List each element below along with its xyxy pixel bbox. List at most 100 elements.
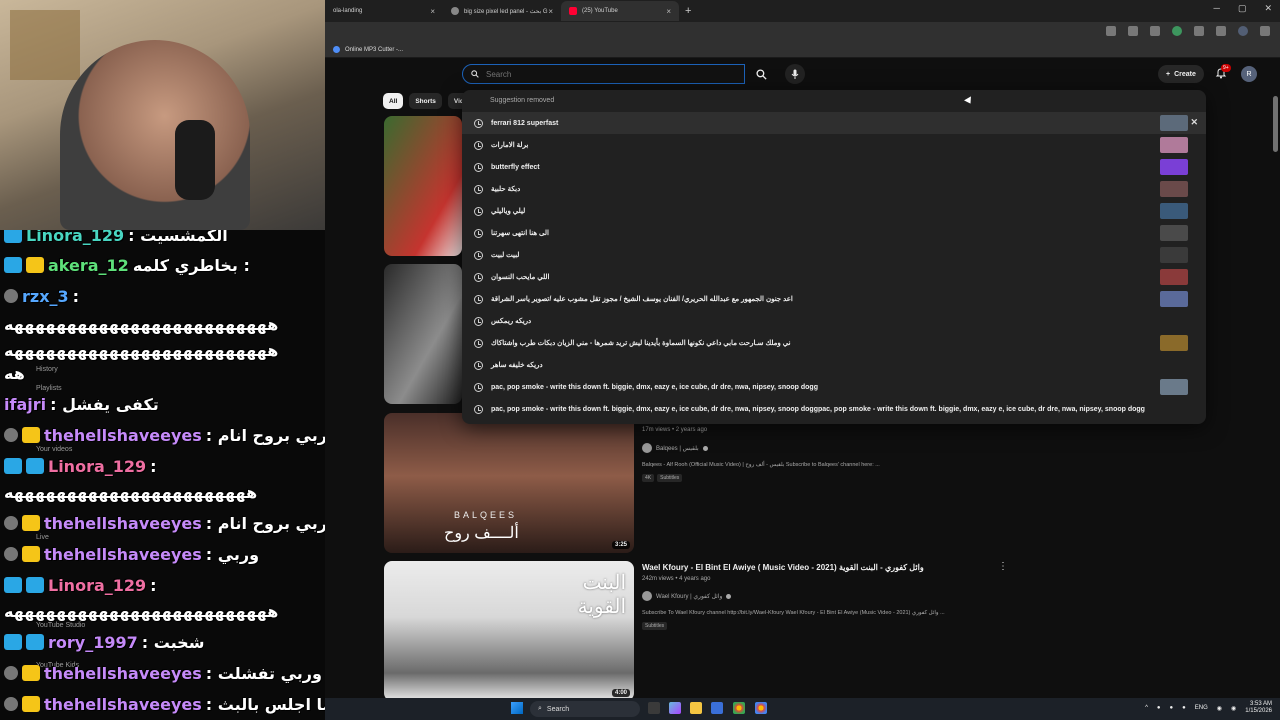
bookmark-item[interactable]: Online MP3 Cutter -... (345, 47, 403, 53)
search-icon (471, 70, 479, 78)
search-input[interactable] (486, 69, 726, 79)
suggestion-item[interactable]: pac, pop smoke - write this down ft. big… (462, 376, 1206, 398)
video-title[interactable]: Wael Kfoury - El Bint El Awiye ( Music V… (642, 563, 924, 572)
suggestion-thumbnail[interactable] (1160, 203, 1188, 219)
chrome-icon[interactable] (755, 702, 767, 714)
suggestion-thumbnail[interactable] (1160, 115, 1188, 131)
close-icon[interactable]: × (430, 7, 435, 16)
wifi-icon[interactable]: ◉ (1217, 705, 1222, 712)
suggestion-item[interactable]: لبيت لبيت (462, 244, 1206, 266)
crown-icon (22, 427, 40, 443)
chrome-icon[interactable] (733, 702, 745, 714)
new-tab-icon[interactable]: + (679, 5, 697, 17)
youtube-masthead: + Create 9+ R (325, 58, 1280, 90)
badge-icon (4, 634, 22, 650)
minimize-icon[interactable]: ─ (1214, 3, 1220, 14)
suggestion-item[interactable]: الى هنا انتهى سهرتنا (462, 222, 1206, 244)
channel-row[interactable]: Balqees | بلقيس (642, 443, 708, 453)
close-icon[interactable]: × (548, 7, 553, 16)
network-icon[interactable]: ● (1157, 705, 1161, 711)
channel-name[interactable]: Wael Kfoury | وائل كفوري (656, 593, 722, 600)
suggestion-item[interactable]: دريكه خليفه ساهر (462, 354, 1206, 376)
chat-message: akera_12 بخاطري كلمه : (4, 252, 250, 278)
crown-icon (22, 665, 40, 681)
clock[interactable]: 3:53 AM 1/15/2026 (1245, 701, 1272, 715)
suggestion-thumbnail[interactable] (1160, 225, 1188, 241)
ghost-label: History (36, 366, 58, 373)
suggestion-item[interactable]: اللي مايحب النسوان (462, 266, 1206, 288)
video-thumbnail[interactable]: البنت القوية 4:00 (384, 561, 634, 701)
video-thumbnail[interactable] (384, 264, 462, 404)
language-indicator[interactable]: ENG (1195, 705, 1208, 711)
suggestion-thumbnail[interactable] (1160, 159, 1188, 175)
suggestion-item[interactable]: pac, pop smoke - write this down ft. big… (462, 398, 1206, 420)
chip-all[interactable]: All (383, 93, 404, 109)
suggestion-thumbnail[interactable] (1160, 247, 1188, 263)
suggestion-thumbnail[interactable] (1160, 291, 1188, 307)
suggestion-item[interactable]: دريكه ريمكس (462, 310, 1206, 332)
suggestion-item[interactable]: ferrari 812 superfast ✕ (462, 112, 1206, 134)
suggestion-text: pac, pop smoke - write this down ft. big… (491, 383, 818, 391)
channel-avatar[interactable] (642, 591, 652, 601)
install-icon[interactable] (1106, 26, 1116, 36)
browser-tab-active[interactable]: (25) YouTube × (561, 1, 679, 21)
browser-window: ola-landing × big size pixel led panel -… (325, 0, 1280, 701)
voice-search-button[interactable] (785, 64, 805, 84)
profile-icon[interactable] (1238, 26, 1248, 36)
suggestion-item[interactable]: برلة الامارات (462, 134, 1206, 156)
suggestion-item[interactable]: butterfly effect (462, 156, 1206, 178)
tab-search-icon[interactable] (1216, 26, 1226, 36)
suggestion-item[interactable]: ني وملك سـارحت مابي داعي نكونها السماوة … (462, 332, 1206, 354)
chevron-up-icon[interactable]: ^ (1145, 705, 1148, 711)
browser-tab[interactable]: big size pixel led panel - بحث G × (443, 1, 561, 21)
suggestion-item[interactable]: اعد جنون الجمهور مع عبدالله الحريري/ الف… (462, 288, 1206, 310)
suggestion-thumbnail[interactable] (1160, 269, 1188, 285)
store-icon[interactable] (711, 702, 723, 714)
chat-message: rory_1997: شخبت (4, 629, 204, 655)
suggestion-thumbnail[interactable] (1160, 335, 1188, 351)
create-button[interactable]: + Create (1158, 65, 1204, 83)
browser-tab[interactable]: ola-landing × (325, 1, 443, 21)
video-thumbnail[interactable] (384, 116, 462, 256)
close-icon[interactable]: × (666, 7, 671, 16)
tab-label: ola-landing (333, 8, 363, 14)
suggestion-item[interactable]: ليلي وياليلي (462, 200, 1206, 222)
search-box[interactable] (462, 64, 745, 84)
gear-icon (4, 289, 18, 303)
video-thumbnail[interactable]: BALQEES ألــــف روح 3:25 (384, 413, 634, 553)
suggestion-text: اعد جنون الجمهور مع عبدالله الحريري/ الف… (491, 296, 793, 303)
windows-start-icon[interactable] (511, 702, 523, 714)
channel-name[interactable]: Balqees | بلقيس (656, 445, 699, 452)
taskbar-search[interactable]: ⌕ Search (530, 701, 640, 717)
extension-icon[interactable] (1150, 26, 1160, 36)
filter-chips: All Shorts Vid (383, 93, 470, 109)
account-avatar[interactable]: R (1241, 66, 1257, 82)
task-view-icon[interactable] (648, 702, 660, 714)
extension-icon[interactable] (1172, 26, 1182, 36)
page-scrollbar[interactable] (1273, 96, 1278, 152)
puzzle-icon[interactable] (1194, 26, 1204, 36)
suggestion-item[interactable]: دبكة حلبية (462, 178, 1206, 200)
channel-row[interactable]: Wael Kfoury | وائل كفوري (642, 591, 732, 601)
create-label: Create (1174, 70, 1196, 78)
mic-icon[interactable]: ● (1182, 705, 1186, 711)
channel-avatar[interactable] (642, 443, 652, 453)
history-icon (474, 206, 483, 216)
star-icon[interactable] (1128, 26, 1138, 36)
suggestion-thumbnail[interactable] (1160, 137, 1188, 153)
file-explorer-icon[interactable] (690, 702, 702, 714)
remove-suggestion-icon[interactable]: ✕ (1190, 117, 1198, 128)
volume-icon[interactable]: ◉ (1231, 705, 1236, 712)
menu-icon[interactable] (1260, 26, 1270, 36)
chat-message: thehellshaveeyes: وربي تفشلت (4, 660, 322, 686)
history-icon (474, 294, 483, 304)
close-window-icon[interactable]: ✕ (1264, 3, 1272, 14)
more-options-icon[interactable]: ⋮ (998, 561, 1008, 572)
copilot-icon[interactable] (669, 702, 681, 714)
chip-shorts[interactable]: Shorts (409, 93, 442, 109)
suggestion-thumbnail[interactable] (1160, 181, 1188, 197)
suggestion-thumbnail[interactable] (1160, 379, 1188, 395)
search-button[interactable] (749, 64, 773, 84)
maximize-icon[interactable]: ▢ (1238, 3, 1247, 14)
bluetooth-icon[interactable]: ● (1170, 705, 1174, 711)
